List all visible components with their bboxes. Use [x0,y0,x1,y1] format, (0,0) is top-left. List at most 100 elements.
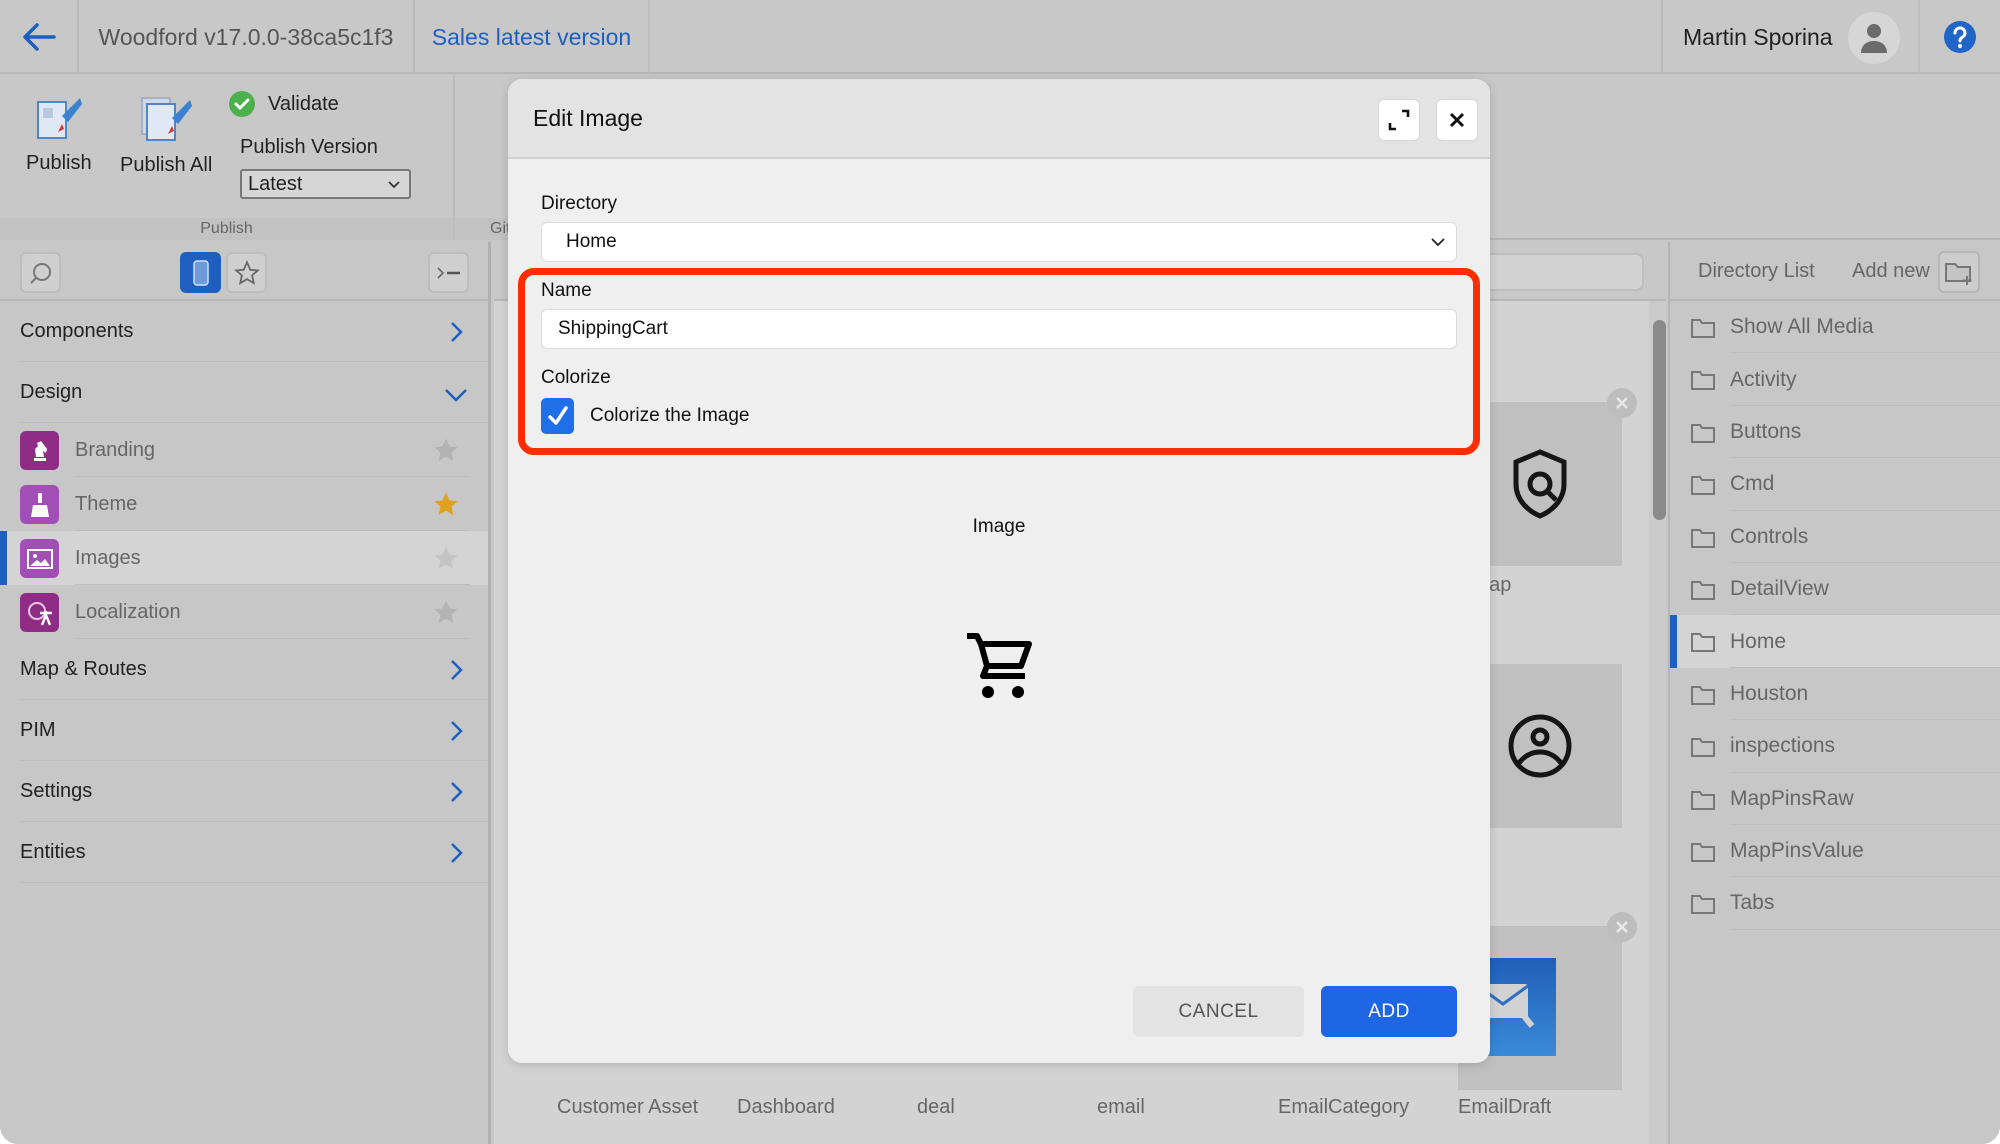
check-circle-icon [229,91,255,117]
folder-icon [1691,371,1715,391]
image-preview[interactable] [963,630,1037,704]
sidebar-item-images[interactable]: Images [0,531,488,585]
directory-item[interactable]: DetailView [1670,563,2000,616]
directory-label: Houston [1730,681,1809,705]
directory-item[interactable]: Houston [1670,668,2000,721]
directory-label: Home [1730,629,1787,653]
publish-version-select[interactable]: Latest [240,169,411,199]
star-icon [233,259,260,285]
add-folder-button[interactable] [1938,251,1980,293]
image-caption: Customer Asset [557,1096,699,1118]
sidebar-section-entities[interactable]: Entities [0,822,488,883]
project-link[interactable]: Sales latest version [415,0,650,74]
sidebar-search-button[interactable] [20,252,61,293]
publish-all-rocket-icon [141,97,193,141]
directory-item[interactable]: MapPinsRaw [1670,773,2000,826]
sidebar-section-components[interactable]: Components [0,301,488,362]
publish-button[interactable]: Publish [26,94,92,175]
sidebar-item-branding[interactable]: Branding [0,423,488,477]
remove-image-button[interactable] [1607,388,1637,418]
close-dialog-button[interactable] [1436,99,1478,141]
cancel-button[interactable]: CANCEL [1133,986,1304,1037]
folder-icon [1691,476,1715,496]
folder-icon [1691,685,1715,705]
search-icon [29,262,51,284]
add-new-label[interactable]: Add new [1852,260,1930,283]
question-icon [1944,21,1976,53]
item-label: Images [75,546,141,569]
validate-label: Validate [268,92,339,115]
user-name: Martin Sporina [1683,23,1833,50]
directory-item[interactable]: Buttons [1670,406,2000,459]
publish-all-button[interactable]: Publish All [120,94,212,177]
sidebar-item-theme[interactable]: Theme [0,477,488,531]
publish-group: Publish Publish All Validate Publish Ver… [0,74,455,240]
directory-item[interactable]: Show All Media [1670,301,2000,354]
close-icon [1616,921,1628,933]
sidebar-toolbar [0,242,488,301]
directory-label: Activity [1730,367,1797,391]
colorize-checkbox-label[interactable]: Colorize the Image [590,405,749,427]
section-label: Entities [20,841,86,863]
sidebar-section-design[interactable]: Design [0,362,488,423]
top-header: Woodford v17.0.0-38ca5c1f3 Sales latest … [0,0,2000,74]
directory-select[interactable]: Home [541,222,1457,262]
sidebar-section-map-routes[interactable]: Map & Routes [0,639,488,700]
item-label: Theme [75,492,138,515]
item-label: Branding [75,438,156,461]
directory-list: Show All Media Activity Buttons Cmd Controls… [1670,301,2000,931]
directory-label: Directory [541,193,618,214]
validate-button[interactable]: Validate [228,90,339,118]
dialog-title: Edit Image [533,105,643,131]
directory-item[interactable]: MapPinsValue [1670,825,2000,878]
account-circle-icon [1508,714,1572,778]
section-label: PIM [20,719,56,741]
favorite-star-icon[interactable] [432,544,460,572]
name-input[interactable]: ShippingCart [541,309,1457,349]
directory-label: Tabs [1730,891,1775,915]
checkmark-icon [547,406,568,425]
shopping-cart-icon [967,633,1032,698]
directory-item[interactable]: inspections [1670,720,2000,773]
chess-knight-icon [20,431,59,470]
directory-item[interactable]: Activity [1670,353,2000,407]
add-button[interactable]: ADD [1321,986,1457,1037]
folder-icon [1691,895,1715,915]
shield-search-icon [1513,449,1567,519]
avatar[interactable] [1848,12,1900,64]
directory-item[interactable]: Controls [1670,511,2000,564]
chevron-right-icon [451,843,463,863]
favorite-star-icon[interactable] [432,598,460,626]
directory-label: MapPinsValue [1730,839,1864,863]
sidebar-item-localization[interactable]: Localization [0,585,488,639]
favorite-star-icon[interactable] [432,436,460,464]
folder-icon [1691,319,1715,338]
colorize-checkbox[interactable] [541,398,574,434]
favorites-toggle[interactable] [226,252,267,293]
directory-item[interactable]: Home [1670,615,2000,669]
mobile-view-toggle[interactable] [180,252,221,293]
collapse-sidebar-button[interactable] [428,252,469,293]
directory-item[interactable]: Cmd [1670,458,2000,511]
user-menu[interactable]: Martin Sporina [1661,0,1920,74]
dialog-header: Edit Image [508,79,1490,159]
maximize-button[interactable] [1378,99,1420,141]
folder-icon [1691,423,1715,443]
favorite-star-icon[interactable] [432,490,460,518]
folder-icon [1691,633,1715,653]
left-sidebar: Components Design Branding Theme Images … [0,242,491,1144]
help-button[interactable] [1920,0,2000,74]
folder-icon [1691,738,1715,758]
sidebar-section-pim[interactable]: PIM [0,700,488,761]
colorize-label: Colorize [541,367,611,388]
scrollbar-thumb[interactable] [1653,320,1666,520]
sidebar-section-settings[interactable]: Settings [0,761,488,822]
close-icon [1616,397,1628,409]
back-button[interactable] [0,0,79,74]
directory-item[interactable]: Tabs [1670,877,2000,931]
directory-panel: Directory List Add new Show All Media Act… [1668,242,2000,1144]
image-caption: deal [917,1096,955,1118]
remove-image-button[interactable] [1607,912,1637,942]
chevron-right-icon [451,782,463,802]
translate-icon [20,593,59,632]
